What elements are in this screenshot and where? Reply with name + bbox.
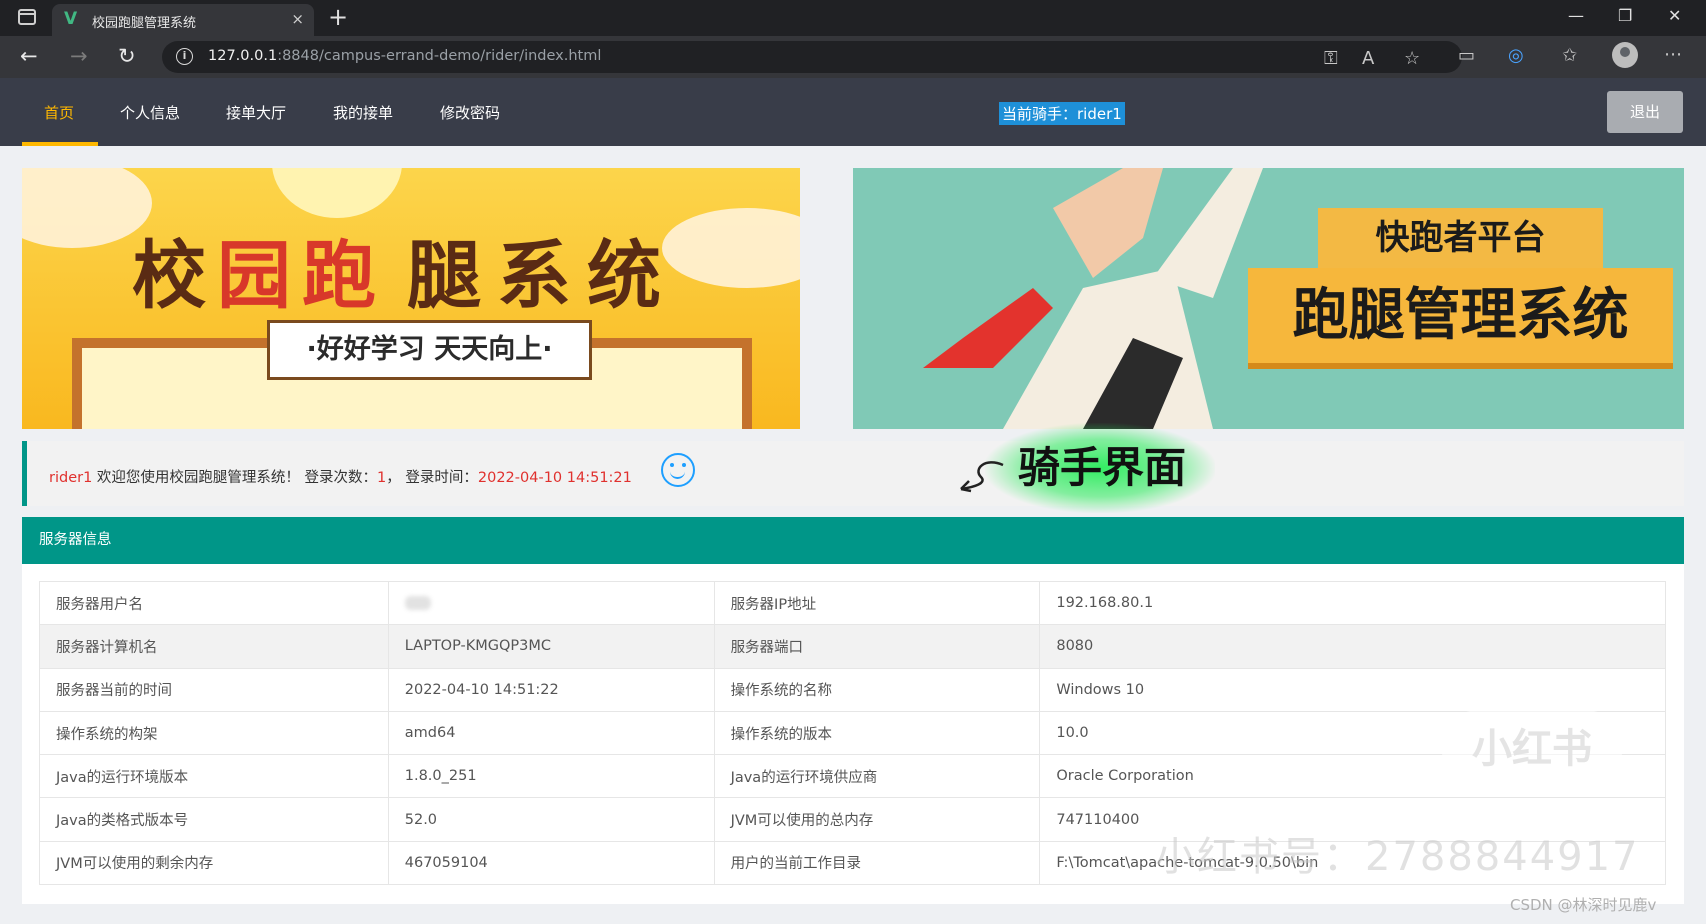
- new-tab-icon[interactable]: +: [328, 3, 348, 31]
- nav-order-hall[interactable]: 接单大厅: [226, 102, 286, 123]
- banner-title: 跑腿管理系统: [1248, 268, 1673, 363]
- add-favorite-icon[interactable]: ☆: [1404, 48, 1420, 69]
- table-value-cell: 192.168.80.1: [1039, 580, 1666, 626]
- table-value-cell: 1.8.0_251: [387, 754, 715, 799]
- tab-title: 校园跑腿管理系统: [92, 16, 197, 31]
- table-label-cell: 服务器IP地址: [713, 580, 1041, 626]
- campus-errand-banner: 校 园 跑 腿 系 统 ·好好学习 天天向上·: [22, 168, 800, 429]
- table-row: 服务器计算机名 LAPTOP-KMGQP3MC 服务器端口 8080: [39, 624, 1666, 669]
- url-field[interactable]: i 127.0.0.1:8848/campus-errand-demo/ride…: [162, 41, 1462, 73]
- close-tab-icon[interactable]: ×: [291, 10, 304, 28]
- nav-home[interactable]: 首页: [44, 102, 74, 123]
- back-icon[interactable]: ←: [20, 44, 38, 68]
- top-navigation: 首页 个人信息 接单大厅 我的接单 修改密码 当前骑手：rider1 退出: [0, 78, 1706, 146]
- server-info-header: 服务器信息: [22, 517, 1684, 564]
- banner-title-char: 校: [132, 233, 206, 319]
- table-label-cell: 操作系统的构架: [39, 710, 389, 756]
- logout-button[interactable]: 退出: [1607, 91, 1683, 133]
- banner-title-char: 跑: [302, 233, 376, 319]
- minimize-icon[interactable]: —: [1568, 6, 1584, 25]
- banner-title-char: 腿: [407, 233, 481, 319]
- browser-tab[interactable]: V 校园跑腿管理系统 ×: [52, 4, 314, 36]
- table-label-cell: Java的运行环境版本: [39, 754, 389, 799]
- nav-my-orders[interactable]: 我的接单: [333, 102, 393, 123]
- banner-title-char: 统: [587, 233, 661, 319]
- table-row: 操作系统的构架 amd64 操作系统的版本 10.0: [39, 710, 1666, 756]
- forward-icon[interactable]: →: [70, 44, 88, 68]
- table-value-cell: Windows 10: [1039, 667, 1666, 712]
- table-label-cell: 服务器计算机名: [39, 624, 389, 669]
- table-value-cell: LAPTOP-KMGQP3MC: [387, 624, 715, 669]
- close-window-icon[interactable]: ✕: [1668, 6, 1681, 25]
- table-value-cell: 8080: [1039, 624, 1666, 669]
- banner-title-char: 系: [497, 233, 571, 319]
- table-value-cell: [387, 580, 715, 626]
- table-value-cell: amd64: [387, 710, 715, 756]
- banner-title-char: 园: [217, 233, 291, 319]
- xiaohongshu-watermark-logo: 小红书: [1442, 710, 1622, 788]
- curved-arrow-icon: [960, 461, 1004, 493]
- table-value-cell: 2022-04-10 14:51:22: [387, 667, 715, 712]
- table-label-cell: 操作系统的版本: [713, 710, 1041, 756]
- window-icon[interactable]: [18, 9, 36, 25]
- read-aloud-icon[interactable]: A: [1362, 48, 1374, 69]
- table-label-cell: JVM可以使用的剩余内存: [39, 840, 389, 886]
- cloud-decoration: [662, 208, 800, 288]
- redacted-username: [404, 596, 431, 611]
- rider-interface-annotation: 骑手界面: [1018, 443, 1187, 492]
- table-label-cell: 服务器用户名: [39, 580, 389, 626]
- split-screen-icon[interactable]: ▭: [1458, 45, 1475, 66]
- banner-motto: ·好好学习 天天向上·: [267, 320, 592, 380]
- table-label-cell: 服务器当前的时间: [39, 667, 389, 712]
- login-time: 2022-04-10 14:51:21: [477, 470, 632, 486]
- table-label-cell: 服务器端口: [713, 624, 1041, 669]
- edge-copilot-icon[interactable]: ◎: [1508, 45, 1524, 66]
- welcome-username: rider1: [49, 470, 93, 486]
- table-label-cell: JVM可以使用的总内存: [713, 797, 1041, 842]
- sun-decoration: [272, 168, 402, 218]
- favorites-icon[interactable]: ✩: [1562, 45, 1577, 66]
- more-icon[interactable]: ⋯: [1664, 44, 1682, 65]
- table-row: 服务器用户名 服务器IP地址 192.168.80.1: [39, 580, 1666, 626]
- welcome-message: rider1 欢迎您使用校园跑腿管理系统！ 登录次数：1， 登录时间：2022-…: [22, 441, 1684, 506]
- nav-change-password[interactable]: 修改密码: [440, 102, 500, 123]
- table-value-cell: 467059104: [387, 840, 715, 886]
- banner-subtitle: 快跑者平台: [1318, 208, 1603, 268]
- reload-icon[interactable]: ↻: [118, 44, 136, 68]
- key-icon[interactable]: ⚿: [1324, 48, 1338, 69]
- errand-platform-banner: 快跑者平台 跑腿管理系统: [853, 168, 1684, 429]
- info-icon[interactable]: i: [176, 48, 193, 65]
- xiaohongshu-watermark-id: 小红书号：2788844917: [1155, 834, 1640, 880]
- url-text[interactable]: 127.0.0.1:8848/campus-errand-demo/rider/…: [208, 48, 601, 64]
- active-nav-indicator: [22, 142, 98, 146]
- login-count: 1: [377, 470, 387, 486]
- current-rider-label: 当前骑手：rider1: [999, 102, 1125, 125]
- table-label-cell: Java的类格式版本号: [39, 797, 389, 842]
- address-bar: ← → ↻ i 127.0.0.1:8848/campus-errand-dem…: [0, 36, 1706, 78]
- smile-icon: [661, 453, 695, 487]
- restore-icon[interactable]: ❐: [1618, 6, 1632, 25]
- csdn-watermark: CSDN @林深时见鹿v: [1510, 896, 1657, 914]
- table-label-cell: Java的运行环境供应商: [713, 754, 1041, 799]
- table-label-cell: 用户的当前工作目录: [713, 840, 1041, 886]
- welcome-text: rider1 欢迎您使用校园跑腿管理系统！ 登录次数：1， 登录时间：2022-…: [49, 470, 632, 486]
- table-row: 服务器当前的时间 2022-04-10 14:51:22 操作系统的名称 Window…: [39, 667, 1666, 712]
- browser-tab-strip: V 校园跑腿管理系统 × + — ❐ ✕: [0, 0, 1706, 36]
- table-label-cell: 操作系统的名称: [713, 667, 1041, 712]
- profile-icon[interactable]: [1612, 42, 1638, 68]
- table-row: Java的运行环境版本 1.8.0_251 Java的运行环境供应商 Oracle C…: [39, 754, 1666, 799]
- table-value-cell: 52.0: [387, 797, 715, 842]
- vue-logo-icon: V: [64, 9, 78, 29]
- nav-profile[interactable]: 个人信息: [120, 102, 180, 123]
